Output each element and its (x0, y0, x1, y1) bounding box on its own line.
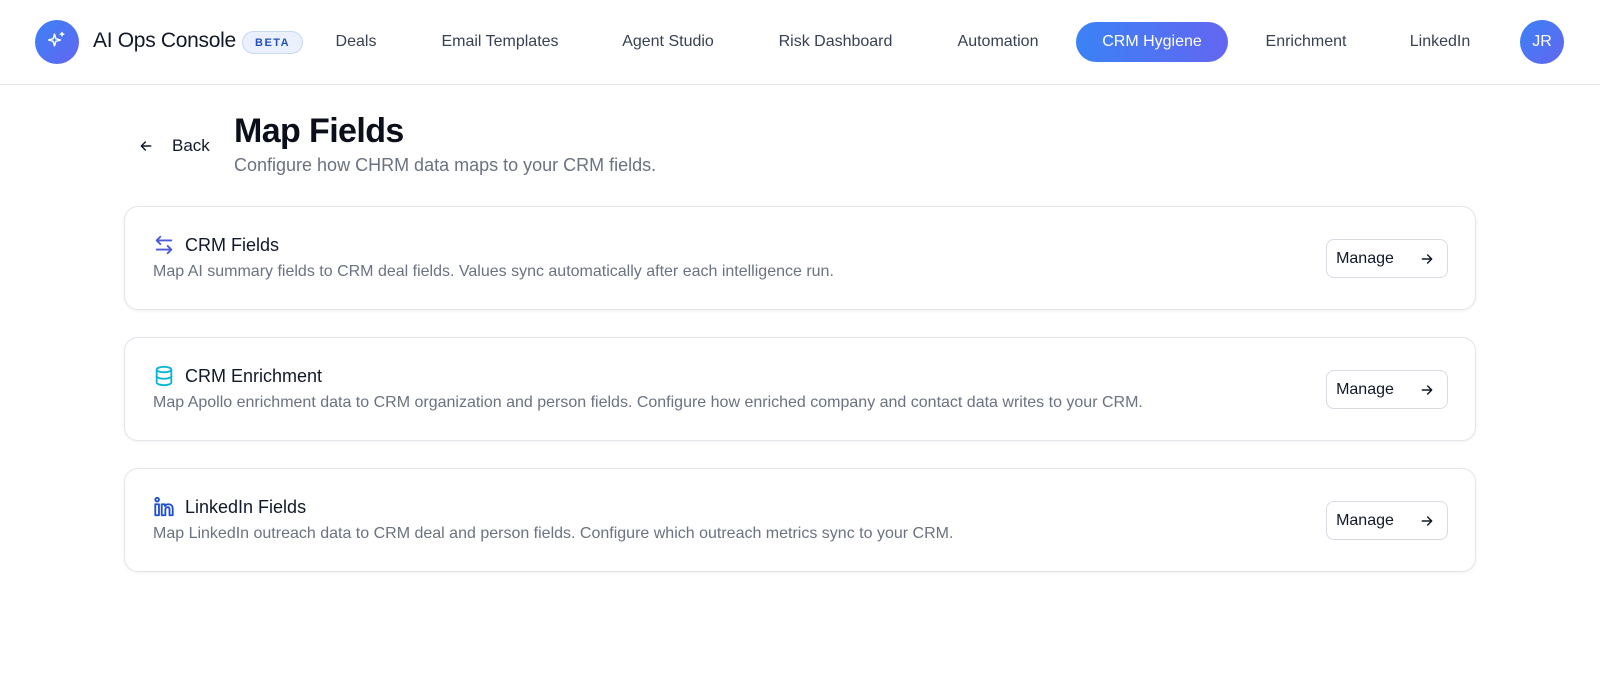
manage-label: Manage (1336, 380, 1394, 398)
manage-crm-enrichment-button[interactable]: Manage (1326, 370, 1448, 409)
nav-item-agent-studio[interactable]: Agent Studio (603, 22, 733, 62)
nav-item-automation[interactable]: Automation (939, 22, 1057, 62)
sparkles-icon (47, 30, 67, 55)
nav-item-enrichment[interactable]: Enrichment (1251, 22, 1361, 62)
card-title: CRM Fields (185, 234, 280, 255)
nav-item-deals[interactable]: Deals (314, 22, 398, 62)
beta-badge: BETA (242, 31, 304, 54)
manage-label: Manage (1336, 511, 1394, 529)
arrow-left-icon (135, 135, 157, 157)
linkedin-fields-card: LinkedIn Fields Map LinkedIn outreach da… (124, 468, 1476, 572)
crm-enrichment-card: CRM Enrichment Map Apollo enrichment dat… (124, 337, 1476, 441)
card-header: LinkedIn Fields (153, 496, 306, 518)
page-subtitle: Configure how CHRM data maps to your CRM… (234, 155, 657, 175)
arrow-right-icon (1416, 379, 1438, 401)
card-title: LinkedIn Fields (185, 496, 307, 517)
back-label: Back (172, 136, 210, 155)
card-header: CRM Enrichment (153, 365, 322, 387)
database-icon (153, 365, 175, 387)
nav-item-linkedin[interactable]: LinkedIn (1395, 22, 1485, 62)
app-title: AI Ops Console (93, 29, 236, 52)
back-button[interactable]: Back (135, 133, 210, 159)
card-description: Map Apollo enrichment data to CRM organi… (153, 394, 1143, 411)
card-title: CRM Enrichment (185, 365, 323, 386)
manage-label: Manage (1336, 249, 1394, 267)
user-avatar[interactable]: JR (1520, 20, 1564, 64)
page-title: Map Fields (234, 112, 404, 150)
app-logo[interactable] (35, 20, 79, 64)
nav-item-risk-dashboard[interactable]: Risk Dashboard (757, 22, 914, 62)
manage-crm-fields-button[interactable]: Manage (1326, 239, 1448, 278)
nav-item-crm-hygiene[interactable]: CRM Hygiene (1076, 22, 1228, 62)
manage-linkedin-fields-button[interactable]: Manage (1326, 501, 1448, 540)
arrows-left-right-icon (153, 234, 175, 256)
nav-item-email-templates[interactable]: Email Templates (420, 22, 580, 62)
arrow-right-icon (1416, 510, 1438, 532)
arrow-right-icon (1416, 248, 1438, 270)
crm-fields-card: CRM Fields Map AI summary fields to CRM … (124, 206, 1476, 310)
card-description: Map LinkedIn outreach data to CRM deal a… (153, 525, 954, 542)
top-navigation-bar: AI Ops Console BETA Deals Email Template… (0, 0, 1600, 85)
linkedin-icon (153, 496, 175, 518)
card-description: Map AI summary fields to CRM deal fields… (153, 263, 834, 280)
card-header: CRM Fields (153, 234, 279, 256)
